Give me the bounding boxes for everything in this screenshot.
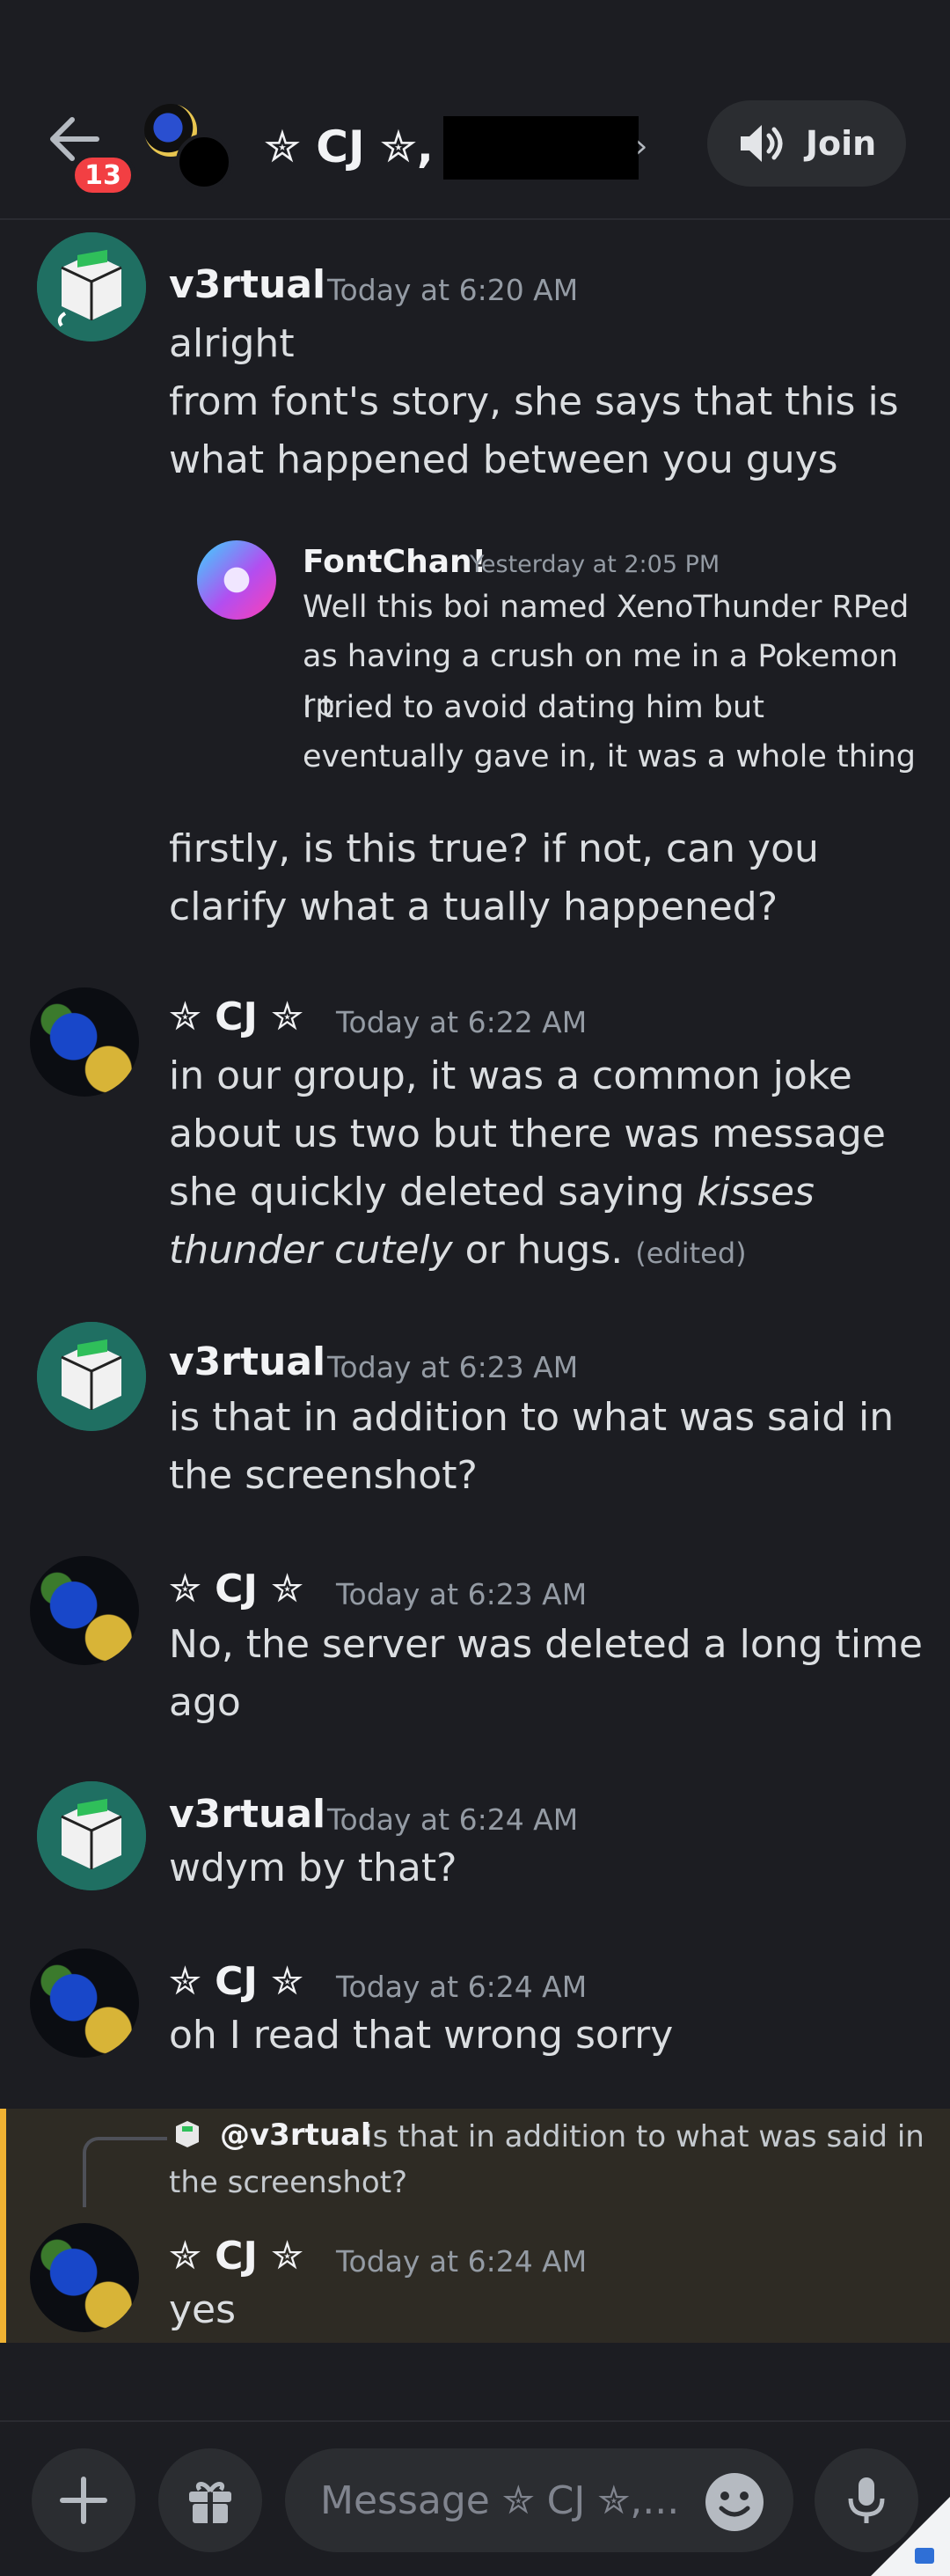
message-text: firstly, is this true? if not, can you c… [169, 826, 819, 929]
message-author[interactable]: v3rtual [169, 262, 325, 307]
page-corner-icon [871, 2497, 950, 2576]
message-timestamp: Today at 6:24 AM [336, 2244, 588, 2279]
message-author[interactable]: ✮ CJ ✮ [169, 1567, 303, 1611]
cube-icon [37, 232, 146, 341]
message-timestamp: Today at 6:20 AM [327, 273, 579, 307]
message-author[interactable]: ✮ CJ ✮ [169, 1959, 303, 2004]
embed-text: I tried to avoid dating him but eventual… [303, 690, 917, 774]
reply-connector [83, 2137, 167, 2207]
cube-icon [37, 1322, 146, 1431]
group-avatar[interactable] [144, 104, 241, 192]
join-call-button[interactable]: Join [707, 100, 906, 187]
plus-icon [60, 2477, 107, 2524]
channel-title[interactable]: ✮ CJ ✮, [264, 121, 434, 172]
embed-timestamp: Yesterday at 2:05 PM [470, 551, 720, 578]
avatar-cj[interactable] [30, 987, 139, 1097]
message-text: in our group, it was a common joke about… [169, 1047, 925, 1282]
message-text: yes [169, 2287, 237, 2332]
message-timestamp: Today at 6:24 AM [336, 1970, 588, 2004]
message-text: No, the server was deleted a long time a… [169, 1622, 923, 1725]
message-timestamp: Today at 6:23 AM [327, 1350, 579, 1384]
gift-icon [189, 2482, 231, 2523]
edited-label: (edited) [635, 1237, 747, 1270]
avatar-cj[interactable] [30, 1949, 139, 2058]
avatar [176, 134, 232, 190]
chevron-right-icon[interactable]: › [635, 128, 647, 165]
redacted-name [443, 116, 639, 180]
reply-mention[interactable]: @v3rtual [220, 2117, 371, 2153]
avatar-cj[interactable] [30, 2223, 139, 2332]
message-text: oh I read that wrong sorry [169, 2013, 674, 2058]
unread-badge: 13 [70, 153, 135, 197]
join-label: Join [805, 124, 877, 163]
message-author[interactable]: ✮ CJ ✮ [169, 2234, 303, 2279]
reply-avatar-cube-icon [176, 2121, 199, 2147]
speaker-icon [740, 125, 783, 162]
avatar-v3rtual[interactable] [37, 232, 146, 341]
message-text: is that in addition to what was said in … [169, 1395, 895, 1498]
message-author[interactable]: v3rtual [169, 1339, 325, 1384]
message-author[interactable]: ✮ CJ ✮ [169, 994, 303, 1039]
message-text: from font's story, she says that this is… [169, 379, 899, 482]
avatar-v3rtual[interactable] [37, 1322, 146, 1431]
add-attachment-button[interactable] [32, 2448, 135, 2552]
avatar-fontchan [197, 540, 276, 620]
cube-icon [37, 1781, 146, 1890]
message-text: alright [169, 321, 295, 366]
channel-header: 13 ✮ CJ ✮, › Join [0, 0, 950, 220]
gift-button[interactable] [158, 2448, 262, 2552]
avatar-cj[interactable] [30, 1556, 139, 1665]
message-timestamp: Today at 6:23 AM [336, 1577, 588, 1611]
message-text: wdym by that? [169, 1846, 457, 1890]
emoji-icon[interactable] [704, 2471, 765, 2533]
message-timestamp: Today at 6:22 AM [336, 1005, 588, 1039]
message-timestamp: Today at 6:24 AM [327, 1802, 579, 1837]
embed-author: FontChan! [303, 544, 487, 580]
avatar-v3rtual[interactable] [37, 1781, 146, 1890]
message-author[interactable]: v3rtual [169, 1792, 325, 1837]
message-text-part: or hugs. [452, 1228, 636, 1273]
